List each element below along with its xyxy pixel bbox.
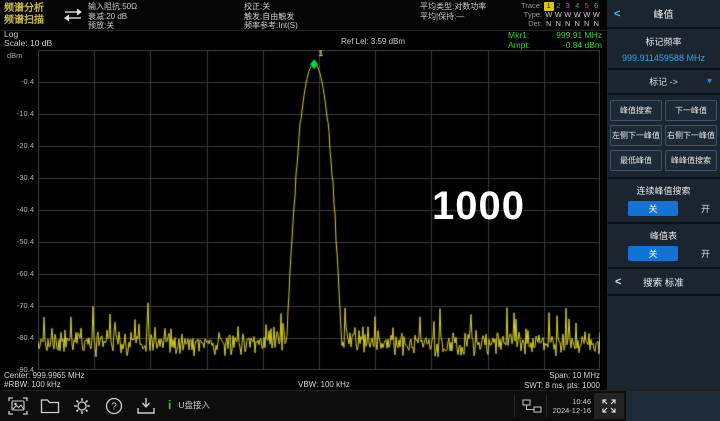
y-tick: -20.4 <box>2 141 34 150</box>
settings-gear-button[interactable] <box>69 394 95 418</box>
file-manager-button[interactable] <box>37 394 63 418</box>
average-settings: 平均类型:对数功率 平均|保持:— <box>420 2 486 21</box>
peak-button-grid: 峰值搜索 下一峰值 左侧下一峰值 右侧下一峰值 最低峰值 峰峰值搜索 <box>607 95 720 179</box>
attenuation: 衰减:20 dB <box>88 12 137 22</box>
continuous-sweep-icon[interactable] <box>62 7 84 28</box>
search-criteria-label: 搜索 标准 <box>643 275 684 289</box>
y-tick: -80.4 <box>2 333 34 342</box>
trigger-settings: 校正:关 触发:自由触发 频率参考:Int(S) <box>244 2 298 31</box>
marker-frequency-value: 999.911459588 MHz <box>607 53 720 63</box>
y-tick: -0.4 <box>2 77 34 86</box>
peak-table-off-toggle[interactable]: 关 <box>628 246 678 261</box>
next-peak-right-button[interactable]: 右侧下一峰值 <box>665 125 717 146</box>
swt-value: SWT: 8 ms, pts: 1000 <box>420 381 600 391</box>
marker-frequency-section[interactable]: 标记频率 999.911459588 MHz <box>607 29 720 70</box>
continuous-peak-off-toggle[interactable]: 关 <box>628 201 678 216</box>
chevron-down-icon: ▾ <box>707 78 712 86</box>
peak-table-section: 峰值表 关 开 <box>607 224 720 269</box>
help-button[interactable]: ? <box>101 394 127 418</box>
peak-table-label: 峰值表 <box>607 229 720 242</box>
ref-level-label: Ref Lel: 3.59 dBm <box>341 37 405 46</box>
y-tick: -10.4 <box>2 109 34 118</box>
trace-legend[interactable]: Trace: 1 2 3 4 5 6 Type: W W W W W W Det… <box>514 2 601 28</box>
mode-subtitle: 频谱扫描 <box>4 15 44 27</box>
freq-reference: 频率参考:Int(S) <box>244 21 298 31</box>
rbw-value: #RBW: 100 kHz <box>4 380 61 390</box>
next-peak-left-button[interactable]: 左侧下一峰值 <box>610 125 662 146</box>
average-hold: 平均|保持:— <box>420 12 486 22</box>
preamp: 预放:关 <box>88 21 137 31</box>
vbw-value: VBW: 100 kHz <box>298 380 350 390</box>
time-value: 10:46 <box>549 397 591 406</box>
y-tick: -50.4 <box>2 237 34 246</box>
input-impedance: 输入阻抗:50Ω <box>88 2 137 12</box>
peak-search-button[interactable]: 峰值搜索 <box>610 100 662 121</box>
usb-status-message: i U盘接入 <box>168 398 210 412</box>
y-tick: -70.4 <box>2 301 34 310</box>
mode-label[interactable]: 频谱分析 频谱扫描 <box>4 3 44 27</box>
marker-readout: Mkr1: 999.91 MHz Ampt: -0.84 dBm <box>508 31 602 50</box>
marker-to-label: 标记 -> <box>649 75 678 88</box>
points-overlay-text: 1000 <box>432 184 525 229</box>
ampt-label: Ampt: <box>508 41 530 51</box>
y-tick: -30.4 <box>2 173 34 182</box>
continuous-peak-label: 连续峰值搜索 <box>607 184 720 197</box>
mode-title: 频谱分析 <box>4 3 44 15</box>
save-button[interactable] <box>133 394 159 418</box>
system-statusbar: ? i U盘接入 10:46 2024-12-16 <box>0 390 720 421</box>
peak-peak-search-button[interactable]: 峰峰值搜索 <box>665 150 717 171</box>
span-value: Span: 10 MHz <box>420 371 600 381</box>
date-value: 2024-12-16 <box>549 406 591 415</box>
peak-menu-panel: < 峰值 标记频率 999.911459588 MHz 标记 -> ▾ 峰值搜索… <box>607 0 720 390</box>
marker-to-dropdown[interactable]: 标记 -> ▾ <box>607 70 720 95</box>
usb-text: U盘接入 <box>178 399 210 411</box>
clock[interactable]: 10:46 2024-12-16 <box>549 397 591 415</box>
unit-label: dBm <box>7 51 22 60</box>
ampt-value: -0.84 dBm <box>563 41 602 51</box>
min-peak-button[interactable]: 最低峰值 <box>610 150 662 171</box>
continuous-peak-section: 连续峰值搜索 关 开 <box>607 179 720 224</box>
correction: 校正:关 <box>244 2 298 12</box>
top-status-header: 频谱分析 频谱扫描 输入阻抗:50Ω 衰减:20 dB 预放:关 校正:关 触发… <box>0 0 607 31</box>
peak-table-on-toggle[interactable]: 开 <box>701 247 710 260</box>
divider <box>514 395 515 417</box>
back-chevron-icon: < <box>614 8 620 20</box>
search-criteria-item[interactable]: < 搜索 标准 <box>607 269 720 296</box>
next-peak-button[interactable]: 下一峰值 <box>665 100 717 121</box>
y-tick: -60.4 <box>2 269 34 278</box>
average-type: 平均类型:对数功率 <box>420 2 486 12</box>
divider <box>546 395 547 417</box>
fullscreen-toggle-button[interactable] <box>594 393 624 419</box>
statusbar-corner <box>626 391 720 421</box>
scale-label: Scale: 10 dB <box>4 38 52 48</box>
network-status-icon[interactable] <box>522 398 542 419</box>
menu-title: 峰值 <box>654 6 674 21</box>
sidebar-empty-area <box>607 296 720 390</box>
det-row-label: Det: <box>514 20 542 29</box>
info-icon: i <box>168 398 171 412</box>
trigger: 触发:自由触发 <box>244 12 298 22</box>
input-settings: 输入阻抗:50Ω 衰减:20 dB 预放:关 <box>88 2 137 31</box>
span-swt-block: Span: 10 MHz SWT: 8 ms, pts: 1000 <box>420 371 600 390</box>
marker-frequency-label: 标记频率 <box>607 35 720 48</box>
screenshot-button[interactable] <box>5 394 31 418</box>
y-tick: -40.4 <box>2 205 34 214</box>
submenu-chevron-icon: < <box>615 276 621 288</box>
continuous-peak-on-toggle[interactable]: 开 <box>701 202 710 215</box>
svg-text:?: ? <box>111 402 117 413</box>
menu-title-row[interactable]: < 峰值 <box>607 0 720 29</box>
